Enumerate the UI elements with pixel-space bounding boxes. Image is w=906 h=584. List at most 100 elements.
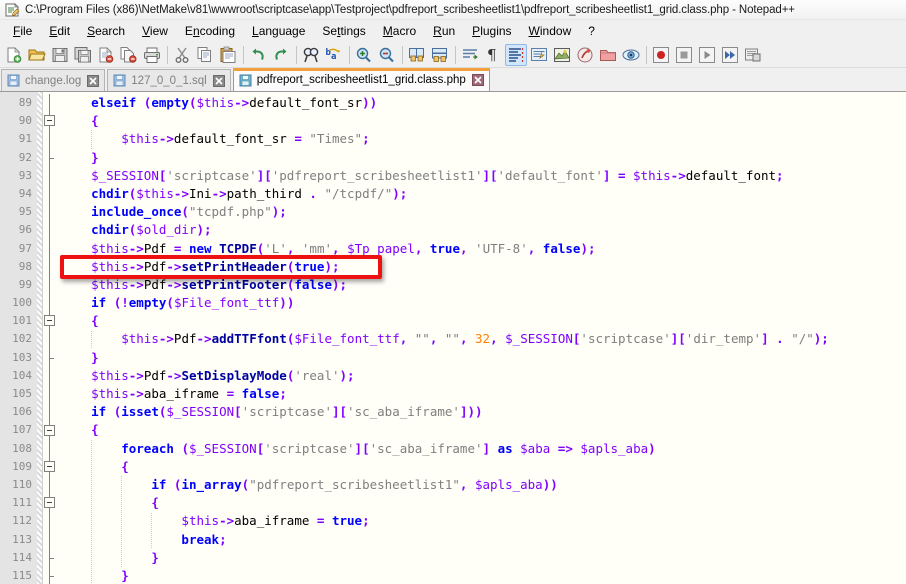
zoom-out-icon[interactable] [376, 44, 398, 66]
play-macro-icon[interactable] [696, 44, 718, 66]
code-line[interactable]: if (isset($_SESSION['scriptcase']['sc_ab… [57, 403, 906, 421]
show-all-chars-icon[interactable]: ¶ [482, 44, 504, 66]
print-icon[interactable] [141, 44, 163, 66]
line-number: 107 [12, 423, 32, 437]
menu-item-run[interactable]: Run [425, 22, 464, 40]
code-folding-margin[interactable] [43, 92, 57, 584]
window-title: C:\Program Files (x86)\NetMake\v81\wwwro… [25, 3, 795, 16]
code-line[interactable]: { [57, 421, 906, 439]
menu-item-edit[interactable]: Edit [41, 22, 79, 40]
save-all-icon[interactable] [72, 44, 94, 66]
paste-icon[interactable] [217, 44, 239, 66]
code-line[interactable]: include_once("tcpdf.php"); [57, 203, 906, 221]
tab-bar: change.log 127_0_0_1.sql pdfreport_scrib… [0, 68, 906, 92]
code-line[interactable]: } [57, 567, 906, 584]
saved-file-icon [7, 74, 20, 87]
menu-item-plugins[interactable]: Plugins [464, 22, 520, 40]
sync-horizontal-icon[interactable] [429, 44, 451, 66]
close-all-icon[interactable] [118, 44, 140, 66]
cut-icon[interactable] [171, 44, 193, 66]
svg-text:a: a [331, 52, 336, 62]
stop-macro-icon[interactable] [673, 44, 695, 66]
fold-collapse-box[interactable] [44, 497, 55, 509]
word-wrap-icon[interactable] [459, 44, 481, 66]
code-editor[interactable]: 89 90 91 92 93 94 95 96 97 98 99 100 101 102 103 104 105… [0, 92, 906, 584]
save-macro-icon[interactable] [742, 44, 764, 66]
open-file-icon[interactable] [26, 44, 48, 66]
close-icon[interactable] [212, 74, 225, 87]
fold-collapse-box[interactable] [44, 115, 55, 127]
doc-switcher-icon[interactable] [620, 44, 642, 66]
copy-icon[interactable] [194, 44, 216, 66]
fold-collapse-box[interactable] [44, 461, 55, 472]
menu-item-window[interactable]: Window [521, 22, 581, 40]
code-line[interactable]: { [57, 458, 906, 476]
record-macro-icon[interactable] [650, 44, 672, 66]
code-line[interactable]: { [57, 312, 906, 330]
code-line[interactable]: if (!empty($File_font_ttf)) [57, 294, 906, 312]
menu-bar: File Edit Search View Encoding Language … [0, 20, 906, 42]
sync-vertical-icon[interactable] [406, 44, 428, 66]
code-line[interactable]: if (in_array("pdfreport_scribesheetlist1… [57, 476, 906, 494]
code-line[interactable]: chdir($old_dir); [57, 221, 906, 239]
code-line[interactable]: elseif (empty($this->default_font_sr)) [57, 94, 906, 112]
show-symbol-icon[interactable] [551, 44, 573, 66]
code-line[interactable]: } [57, 149, 906, 167]
indent-guide [91, 439, 93, 584]
fold-end-tick [49, 558, 54, 559]
find-icon[interactable] [300, 44, 322, 66]
menu-item-file[interactable]: File [5, 22, 41, 40]
tab-label: change.log [25, 74, 82, 87]
code-line[interactable]: } [57, 549, 906, 567]
code-line[interactable]: $_SESSION['scriptcase']['pdfreport_scrib… [57, 167, 906, 185]
save-icon[interactable] [49, 44, 71, 66]
line-number: 112 [12, 514, 32, 528]
code-line[interactable]: $this->Pdf->addTTFfont($File_font_ttf, "… [57, 330, 906, 348]
code-line[interactable]: { [57, 112, 906, 130]
toolbar-separator [646, 45, 647, 64]
tab-127-0-0-1-sql[interactable]: 127_0_0_1.sql [107, 69, 231, 91]
code-line[interactable]: { [57, 494, 906, 512]
code-line[interactable]: $this->aba_iframe = true; [57, 512, 906, 530]
close-icon[interactable] [87, 74, 100, 87]
menu-item-encoding[interactable]: Encoding [177, 22, 244, 40]
replace-icon[interactable]: b a [323, 44, 345, 66]
menu-item-macro[interactable]: Macro [375, 22, 425, 40]
fold-collapse-box[interactable] [44, 315, 55, 327]
line-number: 91 [18, 132, 32, 146]
menu-item-help[interactable]: ? [580, 22, 604, 40]
code-line[interactable]: $this->Pdf->SetDisplayMode('real'); [57, 367, 906, 385]
fold-collapse-box[interactable] [44, 424, 55, 436]
menu-item-settings[interactable]: Settings [314, 22, 374, 40]
tab-change-log[interactable]: change.log [1, 69, 106, 91]
doc-map-icon[interactable] [574, 44, 596, 66]
menu-item-view[interactable]: View [134, 22, 177, 40]
line-number: 104 [12, 368, 32, 382]
code-line[interactable]: $this->default_font_sr = "Times"; [57, 130, 906, 148]
indent-guide-icon[interactable] [505, 43, 527, 66]
code-line[interactable]: $this->aba_iframe = false; [57, 385, 906, 403]
indent-guide [91, 330, 93, 349]
user-defined-dialog-icon[interactable] [528, 44, 550, 66]
title-bar: C:\Program Files (x86)\NetMake\v81\wwwro… [0, 0, 906, 20]
code-line[interactable]: } [57, 349, 906, 367]
line-number: 110 [12, 477, 32, 491]
new-file-icon[interactable] [3, 44, 25, 66]
code-line[interactable]: foreach ($_SESSION['scriptcase']['sc_aba… [57, 440, 906, 458]
folder-workspace-icon[interactable] [597, 44, 619, 66]
code-line[interactable]: $this->Pdf->setPrintHeader(true); [57, 258, 906, 276]
close-file-icon[interactable] [95, 44, 117, 66]
menu-item-language[interactable]: Language [244, 22, 314, 40]
menu-item-search[interactable]: Search [79, 22, 134, 40]
close-icon[interactable] [471, 74, 484, 86]
code-line[interactable]: $this->Pdf = new TCPDF('L', 'mm', $Tp_pa… [57, 240, 906, 258]
run-macro-multiple-icon[interactable] [719, 44, 741, 66]
redo-icon[interactable] [270, 44, 292, 66]
undo-icon[interactable] [247, 44, 269, 66]
code-line[interactable]: break; [57, 531, 906, 549]
tab-pdfreport-scribesheetlist1-grid-class-php[interactable]: pdfreport_scribesheetlist1_grid.class.ph… [232, 68, 490, 91]
code-content[interactable]: elseif (empty($this->default_font_sr)) {… [57, 92, 906, 584]
zoom-in-icon[interactable] [353, 44, 375, 66]
code-line[interactable]: chdir($this->Ini->path_third . "/tcpdf/"… [57, 185, 906, 203]
code-line[interactable]: $this->Pdf->setPrintFooter(false); [57, 276, 906, 294]
